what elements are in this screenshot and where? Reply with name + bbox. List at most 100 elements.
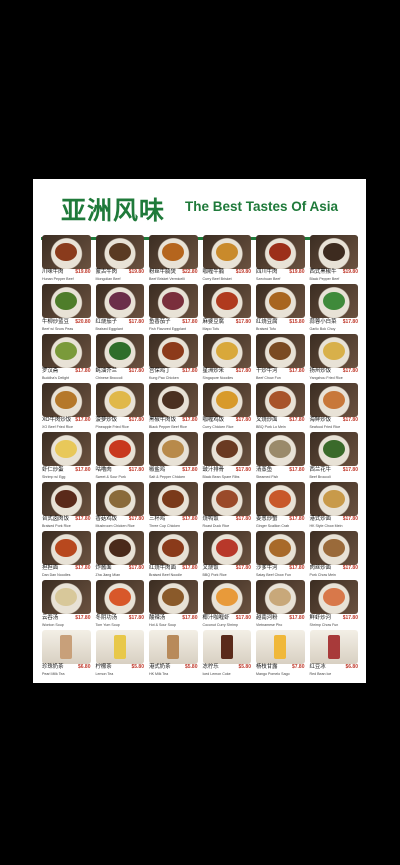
dish-item[interactable]: 宫保鸡丁 $17.80 Kung Pao Chicken: [148, 333, 199, 381]
dish-item[interactable]: 云吞汤 $17.80 Wonton Soup: [41, 580, 92, 627]
dish-price: $17.80: [128, 515, 144, 522]
dish-name-english: Dan Dan Noodles: [42, 573, 71, 578]
dish-item[interactable]: 牛柳炒蓝豆 $20.80 Beef w/ Snow Peas: [41, 284, 92, 331]
dish-item[interactable]: 虾仁炒蛋 $17.80 Shrimp w/ Egg: [41, 432, 92, 479]
dish-item[interactable]: 蒙古牛肉 $19.80 Mongolian Beef: [95, 235, 146, 282]
dish-item[interactable]: 咖喱鸡饭 $17.80 Curry Chicken Rice: [202, 382, 253, 430]
dish-item[interactable]: 姜葱炒蟹 $17.80 Ginger Scallion Crab: [255, 481, 306, 529]
dish-name-english: Mapo Tofu: [202, 326, 220, 331]
dish-price: $19.80: [289, 269, 305, 276]
dish-name-chinese: 红烧茄子: [95, 318, 118, 325]
dish-name-english: XO Beef Fried Rice: [42, 425, 73, 430]
dish-item[interactable]: 麻婆豆腐 $17.80 Mapo Tofu: [202, 284, 253, 331]
dish-name-chinese: 担担面: [42, 565, 59, 572]
dish-price: $17.80: [342, 614, 358, 621]
dish-item[interactable]: 咕噜肉 $17.80 Sweet & Sour Pork: [95, 432, 146, 479]
dish-name-chinese: 西式黑椒牛: [309, 269, 337, 276]
dish-price: $17.80: [235, 318, 251, 325]
dish-name-chinese: 炸酱面: [95, 565, 112, 572]
dish-item[interactable]: 星洲炒米 $17.80 Singapore Noodles: [202, 333, 253, 381]
dish-photo: [256, 382, 305, 417]
dish-item[interactable]: 担担面 $17.80 Dan Dan Noodles: [41, 530, 92, 578]
food-shape: [55, 489, 78, 508]
dish-price: $17.80: [182, 515, 198, 522]
dish-photo: [42, 382, 91, 417]
dish-price: $17.80: [182, 367, 198, 374]
drink-photo: [95, 629, 144, 664]
dish-item[interactable]: 红烧豆腐 $15.80 Braised Tofu: [255, 284, 306, 331]
dish-item[interactable]: 清蒸鱼 $17.80 Steamed Fish: [255, 432, 306, 479]
dish-name-chinese: 西兰花牛: [309, 466, 332, 473]
dish-item[interactable]: 豉汁排骨 $17.80 Black Bean Spare Ribs: [202, 432, 253, 479]
dish-item[interactable]: 川味牛肉 $19.80 Hunan Pepper Beef: [41, 235, 92, 282]
dish-name-english: Curry Beef Brisket: [202, 277, 232, 282]
dish-photo: [256, 333, 305, 368]
dish-item[interactable]: 港式炒面 $17.80 HK Style Chow Mein: [309, 481, 360, 529]
dish-name-chinese: 柠檬茶: [95, 663, 112, 670]
dish-name-english: Black Bean Spare Ribs: [202, 474, 240, 479]
dish-item[interactable]: 沙爹牛河 $17.80 Satay Beef Chow Fun: [255, 530, 306, 578]
dish-name-chinese: 红烧牛肉面: [149, 565, 176, 572]
drink-item[interactable]: 红豆冰 $6.80 Red Bean Ice: [309, 629, 360, 677]
food-shape: [269, 341, 292, 360]
food-shape: [322, 440, 345, 459]
drink-item[interactable]: 冻柠乐 $5.80 Iced Lemon Coke: [202, 629, 253, 677]
dish-name-chinese: 冬阴功汤: [95, 614, 118, 621]
dish-price: $19.80: [128, 269, 144, 276]
dish-item[interactable]: 椰汁咖喱虾 $17.80 Coconut Curry Shrimp: [202, 580, 253, 627]
dish-item[interactable]: 西式黑椒牛 $19.80 Black Pepper Beef: [309, 235, 360, 282]
dish-price: $17.80: [75, 565, 91, 572]
dish-name-english: Tom Yum Soup: [95, 622, 120, 627]
dish-price: $17.80: [235, 367, 251, 374]
dish-name-english: Hot & Sour Soup: [149, 622, 176, 627]
dish-item[interactable]: 叉烧炒面 $17.80 BBQ Pork Lo Mein: [255, 382, 306, 430]
dish-photo: [42, 284, 91, 319]
dish-item[interactable]: 干炒牛河 $17.80 Beef Chow Fun: [255, 333, 306, 381]
dish-item[interactable]: 海鲜炒饭 $17.80 Seafood Fried Rice: [309, 382, 360, 430]
dish-photo: [309, 580, 358, 615]
dish-item[interactable]: 罗汉斋 $17.80 Buddha's Delight: [41, 333, 92, 381]
dish-item[interactable]: 粉丝牛腩煲 $22.80 Beef Brisket Vermicelli: [148, 235, 199, 282]
dish-item[interactable]: 红烧牛肉面 $17.80 Braised Beef Noodle: [148, 530, 199, 578]
dish-item[interactable]: 蚝油芥兰 $17.80 Chinese Broccoli: [95, 333, 146, 381]
dish-item[interactable]: 红烧茄子 $17.80 Braised Eggplant: [95, 284, 146, 331]
dish-item[interactable]: 椒盐鸡 $17.80 Salt & Pepper Chicken: [148, 432, 199, 479]
dish-item[interactable]: 蒜蓉小白菜 $17.80 Garlic Bok Choy: [309, 284, 360, 331]
dish-item[interactable]: XO牛肉炒饭 $17.80 XO Beef Fried Rice: [41, 382, 92, 430]
dish-photo: [42, 530, 91, 565]
dish-item[interactable]: 台式卤肉饭 $17.80 Braised Pork Rice: [41, 481, 92, 529]
dish-item[interactable]: 炸酱面 $17.80 Zha Jiang Mian: [95, 530, 146, 578]
dish-item[interactable]: 三杯鸡 $17.80 Three Cup Chicken: [148, 481, 199, 529]
drink-photo: [42, 629, 91, 664]
food-shape: [162, 390, 185, 409]
dish-photo: [202, 333, 251, 368]
dish-item[interactable]: 烧鸭饭 $17.80 Roast Duck Rice: [202, 481, 253, 529]
dish-item[interactable]: 菠萝炒饭 $17.80 Pineapple Fried Rice: [95, 382, 146, 430]
food-shape: [60, 634, 73, 659]
dish-name-chinese: 港式奶茶: [149, 663, 171, 670]
dish-name-chinese: 云吞汤: [42, 614, 59, 621]
drink-item[interactable]: 港式奶茶 $5.80 HK Milk Tea: [148, 629, 199, 677]
dish-item[interactable]: 鲜虾炒河 $17.80 Shrimp Chow Fun: [309, 580, 360, 627]
dish-name-english: Black Pepper Beef Rice: [149, 425, 187, 430]
dish-item[interactable]: 咖喱牛腩 $19.80 Curry Beef Brisket: [202, 235, 253, 282]
food-shape: [162, 489, 185, 508]
drink-item[interactable]: 杨枝甘露 $7.80 Mango Pomelo Sago: [255, 629, 306, 677]
dish-grid: 川味牛肉 $19.80 Hunan Pepper Beef 蒙古牛肉 $19.80 Mon…: [41, 235, 359, 677]
food-shape: [322, 588, 345, 607]
dish-item[interactable]: 香菇鸡饭 $17.80 Mushroom Chicken Rice: [95, 481, 146, 529]
dish-item[interactable]: 肉丝炒面 $17.80 Pork Chow Mein: [309, 530, 360, 578]
dish-name-chinese: 黑椒牛肉饭: [149, 417, 176, 424]
drink-item[interactable]: 柠檬茶 $5.80 Lemon Tea: [95, 629, 146, 677]
dish-item[interactable]: 西兰花牛 $17.80 Beef Broccoli: [309, 432, 360, 479]
drink-item[interactable]: 珍珠奶茶 $6.80 Pearl Milk Tea: [41, 629, 92, 677]
dish-item[interactable]: 黑椒牛肉饭 $17.80 Black Pepper Beef Rice: [148, 382, 199, 430]
dish-item[interactable]: 叉烧饭 $17.80 BBQ Pork Rice: [202, 530, 253, 578]
dish-item[interactable]: 冬阴功汤 $17.80 Tom Yum Soup: [95, 580, 146, 627]
dish-item[interactable]: 四川牛肉 $19.80 Szechuan Beef: [255, 235, 306, 282]
food-shape: [162, 341, 185, 360]
dish-item[interactable]: 扬州炒饭 $17.80 Yangzhou Fried Rice: [309, 333, 360, 381]
dish-item[interactable]: 酸辣汤 $17.80 Hot & Sour Soup: [148, 580, 199, 627]
dish-item[interactable]: 越南河粉 $17.80 Vietnamese Pho: [255, 580, 306, 627]
dish-item[interactable]: 鱼香茄子 $17.80 Fish Flavored Eggplant: [148, 284, 199, 331]
